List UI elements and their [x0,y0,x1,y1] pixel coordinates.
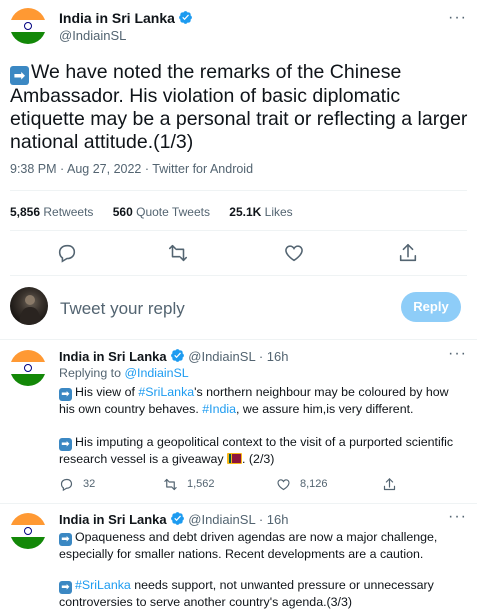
more-options-icon[interactable]: ··· [448,345,467,363]
tweet-date[interactable]: Aug 27, 2022 [67,162,141,176]
reply-icon[interactable] [56,242,78,264]
replying-to: Replying to @IndiainSL [59,366,189,380]
tweet-time[interactable]: 9:38 PM [10,162,57,176]
tweet-stats: 5,856 Retweets 560 Quote Tweets 25.1K Li… [10,205,309,219]
reply-header: India in Sri Lanka @IndiainSL · 16h [59,511,289,527]
retweets-stat[interactable]: 5,856 Retweets [10,205,93,219]
meta-separator: · [258,512,264,527]
divider [10,190,467,191]
reply-author-avatar[interactable] [10,350,46,386]
reply-age[interactable]: 16h [267,349,289,364]
reply-text: ➡ Opaqueness and debt driven agendas are … [59,530,438,561]
reply-tweet[interactable]: India in Sri Lanka @IndiainSL · 16h ··· … [0,508,477,611]
reply-author-name[interactable]: India in Sri Lanka [59,512,167,527]
like-icon [277,478,290,490]
retweet-icon[interactable] [167,242,189,264]
sri-lanka-flag-icon [227,453,243,464]
more-options-icon[interactable]: ··· [448,508,467,526]
meta-separator: · [258,349,264,364]
tweet-source[interactable]: Twitter for Android [152,162,253,176]
divider [0,339,477,340]
reply-likes[interactable]: 8,126 [276,475,328,493]
right-arrow-emoji-icon: ➡ [59,438,72,451]
reply-header: India in Sri Lanka @IndiainSL · 16h [59,348,289,364]
divider [10,275,467,276]
likes-stat[interactable]: 25.1K Likes [229,205,292,219]
reply-button[interactable]: Reply [401,292,461,322]
retweet-icon [164,478,177,490]
reply-input[interactable]: Tweet your reply [60,299,185,319]
right-arrow-emoji-icon: ➡ [10,66,29,85]
author-name[interactable]: India in Sri Lanka [59,10,175,26]
replying-to-handle[interactable]: @IndiainSL [124,366,188,380]
author-info: India in Sri Lanka [59,10,193,28]
right-arrow-emoji-icon: ➡ [59,533,72,546]
verified-badge-icon [170,512,184,525]
tweet-meta: 9:38 PM · Aug 27, 2022 · Twitter for And… [10,162,253,176]
reply-author-handle[interactable]: @IndiainSL [188,349,255,364]
reply-text: ➡ His view of #SriLanka's northern neighb… [59,385,449,416]
right-arrow-emoji-icon: ➡ [59,388,72,401]
reply-author-avatar[interactable] [10,513,46,549]
hashtag-link[interactable]: #SriLanka [75,578,131,592]
reply-tweet[interactable]: India in Sri Lanka @IndiainSL · 16h ··· … [0,345,477,496]
quote-tweets-stat[interactable]: 560 Quote Tweets [113,205,210,219]
meta-separator: · [60,162,65,176]
tweet-text: ➡ We have noted the remarks of the Chines… [10,61,470,154]
reply-age[interactable]: 16h [267,512,289,527]
reply-text: ➡ #SriLanka needs support, not unwanted p… [59,578,434,609]
reply-retweets[interactable]: 1,562 [163,475,215,493]
verified-badge-icon [179,11,192,24]
like-icon[interactable] [283,242,305,264]
author-handle[interactable]: @IndiainSL [59,28,126,43]
current-user-avatar[interactable] [10,287,48,325]
reply-text: ➡ His imputing a geopolitical context to … [59,435,454,466]
author-avatar[interactable] [10,8,46,44]
reply-icon [60,478,73,491]
share-icon [383,477,396,490]
tweet-text-content: We have noted the remarks of the Chinese… [10,61,468,153]
reply-composer: Tweet your reply Reply [0,287,477,329]
right-arrow-emoji-icon: ➡ [59,581,72,594]
share-icon[interactable] [397,242,419,264]
divider [10,230,467,231]
hashtag-link[interactable]: #SriLanka [138,385,194,399]
meta-separator: · [144,162,150,176]
reply-action-bar: 32 1,562 8,126 [59,475,459,493]
reply-author-handle[interactable]: @IndiainSL [188,512,255,527]
divider [0,503,477,504]
more-options-icon[interactable]: ··· [448,9,467,27]
hashtag-link[interactable]: #India [202,402,236,416]
reply-share[interactable] [382,475,397,493]
reply-author-name[interactable]: India in Sri Lanka [59,349,167,364]
reply-replies[interactable]: 32 [59,475,95,493]
user-photo-icon [19,295,41,325]
verified-badge-icon [170,349,184,362]
tweet-action-bar [0,240,477,266]
